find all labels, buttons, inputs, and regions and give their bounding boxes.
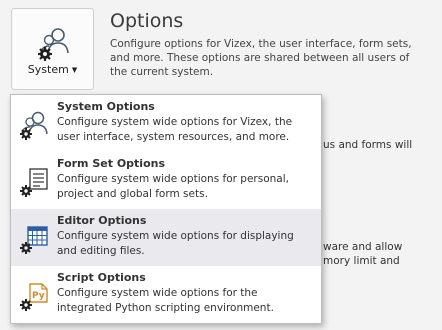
- system-options-menu: System Options Configure system wide opt…: [10, 94, 322, 324]
- menu-item-description: Configure system wide options for displa…: [57, 230, 294, 257]
- menu-item-title: Script Options: [57, 271, 146, 284]
- svg-text:Py: Py: [32, 291, 45, 301]
- background-text-fragment: ware and allow: [323, 241, 403, 253]
- menu-item-form-set-options[interactable]: Form Set Options Configure system wide o…: [11, 152, 321, 209]
- page-title: Options: [110, 10, 184, 32]
- menu-item-description: Configure system wide options for Vizex,…: [57, 116, 293, 143]
- chevron-down-icon: ▼: [71, 66, 78, 74]
- menu-item-description: Configure system wide options for person…: [57, 173, 289, 200]
- menu-item-editor-options[interactable]: Editor Options Configure system wide opt…: [11, 209, 321, 266]
- menu-item-title: Form Set Options: [57, 157, 166, 170]
- menu-item-script-options[interactable]: Py Script Options Configure system wide …: [11, 266, 321, 323]
- menu-item-description: Configure system wide options for the in…: [57, 287, 274, 314]
- background-text-fragment: mory limit and: [323, 255, 400, 267]
- system-dropdown-button[interactable]: System ▼: [11, 8, 94, 90]
- system-button-label: System ▼: [27, 63, 78, 76]
- grid-gear-icon: [20, 226, 48, 254]
- form-gear-icon: [20, 168, 48, 197]
- background-text-fragment: us and forms will: [323, 139, 413, 151]
- menu-item-system-options[interactable]: System Options Configure system wide opt…: [11, 95, 321, 152]
- users-gear-icon: [38, 28, 69, 61]
- menu-item-title: System Options: [57, 100, 155, 113]
- page-description: Configure options for Vizex, the user in…: [110, 38, 412, 78]
- users-gear-icon: [20, 111, 48, 140]
- python-gear-icon: Py: [20, 283, 48, 311]
- menu-item-title: Editor Options: [57, 214, 147, 227]
